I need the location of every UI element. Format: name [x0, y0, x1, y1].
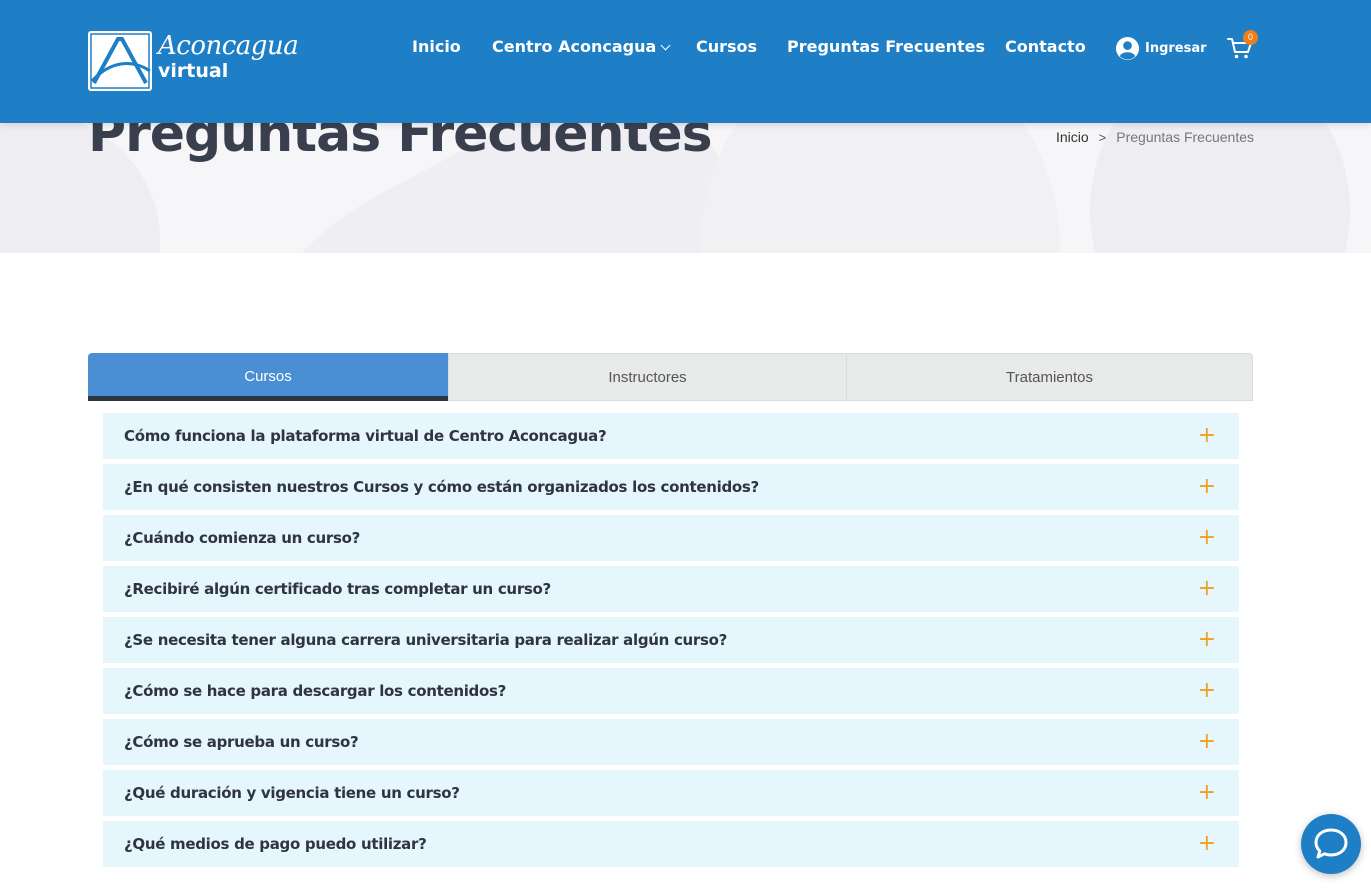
faq-item[interactable]: ¿Qué duración y vigencia tiene un curso?…	[103, 770, 1239, 816]
faq-item[interactable]: ¿Cómo se hace para descargar los conteni…	[103, 668, 1239, 714]
logo-mountain-icon	[88, 31, 152, 91]
faq-accordion: Cómo funciona la plataforma virtual de C…	[103, 413, 1239, 872]
nav-item-inicio[interactable]: Inicio	[412, 37, 461, 57]
expand-plus-icon: +	[1197, 627, 1216, 652]
logo-name-bold: virtual	[158, 60, 229, 82]
expand-plus-icon: +	[1197, 474, 1216, 499]
chevron-down-icon	[660, 40, 671, 51]
tab-cursos[interactable]: Cursos	[88, 353, 448, 401]
cart-count-badge: 0	[1243, 30, 1258, 45]
login-label: Ingresar	[1145, 41, 1207, 56]
faq-question: ¿Se necesita tener alguna carrera univer…	[124, 631, 728, 649]
chat-bubble-icon	[1314, 828, 1348, 859]
faq-item[interactable]: ¿Qué medios de pago puedo utilizar? +	[103, 821, 1239, 867]
site-header: Aconcagua virtual Inicio Centro Aconcagu…	[0, 0, 1371, 123]
faq-item[interactable]: ¿Se necesita tener alguna carrera univer…	[103, 617, 1239, 663]
faq-tabs: Cursos Instructores Tratamientos	[88, 353, 1253, 401]
breadcrumb-separator: >	[1098, 129, 1107, 145]
faq-item[interactable]: ¿Cómo se aprueba un curso? +	[103, 719, 1239, 765]
expand-plus-icon: +	[1197, 576, 1216, 601]
nav-item-label: Centro Aconcagua	[492, 37, 657, 56]
faq-question: ¿Cómo se aprueba un curso?	[124, 733, 359, 751]
user-circle-icon	[1115, 36, 1140, 61]
expand-plus-icon: +	[1197, 780, 1216, 805]
faq-item[interactable]: Cómo funciona la plataforma virtual de C…	[103, 413, 1239, 459]
faq-question: Cómo funciona la plataforma virtual de C…	[124, 427, 607, 445]
breadcrumb-home-link[interactable]: Inicio	[1056, 129, 1089, 145]
nav-item-centro-aconcagua[interactable]: Centro Aconcagua	[492, 37, 671, 57]
site-logo[interactable]: Aconcagua virtual	[88, 31, 299, 91]
expand-plus-icon: +	[1197, 678, 1216, 703]
tab-instructores[interactable]: Instructores	[448, 353, 847, 401]
chat-widget-button[interactable]	[1301, 814, 1361, 874]
nav-item-preguntas-frecuentes[interactable]: Preguntas Frecuentes	[787, 37, 985, 57]
login-button[interactable]: Ingresar	[1115, 36, 1207, 61]
faq-item[interactable]: ¿En qué consisten nuestros Cursos y cómo…	[103, 464, 1239, 510]
nav-item-cursos[interactable]: Cursos	[696, 37, 757, 57]
faq-question: ¿En qué consisten nuestros Cursos y cómo…	[124, 478, 759, 496]
logo-name-script: Aconcagua	[158, 31, 299, 61]
expand-plus-icon: +	[1197, 423, 1216, 448]
faq-question: ¿Qué medios de pago puedo utilizar?	[124, 835, 427, 853]
expand-plus-icon: +	[1197, 729, 1216, 754]
nav-item-contacto[interactable]: Contacto	[1005, 37, 1086, 57]
faq-item[interactable]: ¿Cuándo comienza un curso? +	[103, 515, 1239, 561]
breadcrumb-current: Preguntas Frecuentes	[1116, 129, 1254, 145]
faq-question: ¿Qué duración y vigencia tiene un curso?	[124, 784, 460, 802]
breadcrumb: Inicio > Preguntas Frecuentes	[1056, 129, 1254, 145]
faq-question: ¿Cómo se hace para descargar los conteni…	[124, 682, 507, 700]
faq-question: ¿Recibiré algún certificado tras complet…	[124, 580, 551, 598]
expand-plus-icon: +	[1197, 525, 1216, 550]
faq-question: ¿Cuándo comienza un curso?	[124, 529, 361, 547]
expand-plus-icon: +	[1197, 831, 1216, 856]
faq-item[interactable]: ¿Recibiré algún certificado tras complet…	[103, 566, 1239, 612]
tab-tratamientos[interactable]: Tratamientos	[847, 353, 1253, 401]
